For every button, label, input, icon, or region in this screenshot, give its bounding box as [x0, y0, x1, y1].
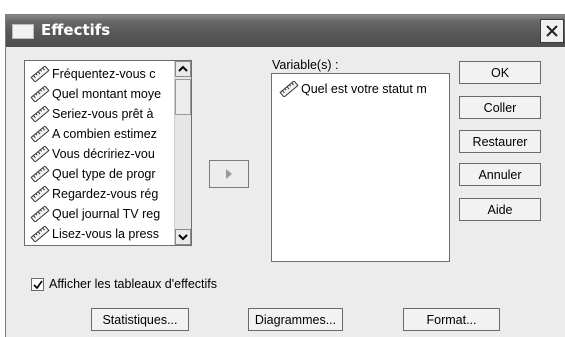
list-item[interactable]: Fréquentez-vous c — [25, 64, 175, 84]
paste-button[interactable]: Coller — [459, 96, 541, 119]
ruler-scale-icon — [30, 146, 50, 162]
list-item[interactable]: Lisez-vous la press — [25, 224, 175, 244]
list-item-label: Vous décririez-vou — [52, 147, 155, 161]
ok-button[interactable]: OK — [459, 61, 541, 84]
effectifs-dialog: Effectifs Fréquentez-vous c Quel montant… — [5, 14, 565, 337]
statistics-button[interactable]: Statistiques... — [91, 308, 189, 331]
ruler-scale-icon — [30, 86, 50, 102]
list-item-label: Regardez-vous rég — [52, 187, 159, 201]
close-button[interactable] — [540, 19, 564, 43]
list-item-label: Lisez-vous la press — [52, 227, 159, 241]
source-variable-list[interactable]: Fréquentez-vous c Quel montant moye Seri… — [24, 60, 192, 246]
arrow-right-icon — [226, 169, 232, 179]
title-bar[interactable]: Effectifs — [6, 15, 565, 47]
reset-button[interactable]: Restaurer — [459, 130, 541, 153]
ruler-scale-icon — [30, 226, 50, 242]
help-button[interactable]: Aide — [459, 198, 541, 221]
list-item-label: Quel est votre statut m — [301, 82, 427, 96]
list-item[interactable]: Quel est votre statut m — [274, 79, 427, 99]
ruler-scale-icon — [30, 166, 50, 182]
ruler-scale-icon — [30, 66, 50, 82]
display-tables-label[interactable]: Afficher les tableaux d'effectifs — [49, 277, 217, 291]
list-item[interactable]: Quel journal TV reg — [25, 204, 175, 224]
close-icon — [546, 25, 558, 37]
list-item[interactable]: Quel type de progr — [25, 164, 175, 184]
list-item-label: A combien estimez — [52, 127, 157, 141]
list-item-label: Quel type de progr — [52, 167, 156, 181]
chevron-down-icon — [178, 234, 188, 241]
list-item[interactable]: A combien estimez — [25, 124, 175, 144]
move-variable-button[interactable] — [209, 160, 249, 188]
window-icon — [12, 24, 34, 39]
list-item-label: Fréquentez-vous c — [52, 67, 156, 81]
chevron-up-icon — [178, 65, 188, 72]
list-scrollbar[interactable] — [174, 61, 191, 245]
ruler-scale-icon — [279, 81, 299, 97]
ruler-scale-icon — [30, 186, 50, 202]
ruler-scale-icon — [30, 106, 50, 122]
scroll-down-button[interactable] — [175, 229, 191, 245]
scroll-thumb[interactable] — [175, 79, 191, 115]
ruler-scale-icon — [30, 126, 50, 142]
list-item[interactable]: Seriez-vous prêt à — [25, 104, 175, 124]
cancel-button[interactable]: Annuler — [459, 163, 541, 186]
variables-label: Variable(s) : — [272, 58, 339, 72]
list-item[interactable]: Quel montant moye — [25, 84, 175, 104]
format-button[interactable]: Format... — [403, 308, 500, 331]
list-item-label: Quel journal TV reg — [52, 207, 161, 221]
scroll-up-button[interactable] — [175, 61, 191, 77]
window-title: Effectifs — [41, 21, 111, 39]
checkmark-icon — [32, 280, 43, 289]
list-item-label: Seriez-vous prêt à — [52, 107, 154, 121]
list-item[interactable]: Regardez-vous rég — [25, 184, 175, 204]
display-tables-checkbox[interactable] — [31, 278, 44, 291]
list-item[interactable]: Vous décririez-vou — [25, 144, 175, 164]
charts-button[interactable]: Diagrammes... — [248, 308, 343, 331]
target-variable-list[interactable]: Quel est votre statut m — [271, 73, 450, 262]
list-item-label: Quel montant moye — [52, 87, 162, 101]
ruler-scale-icon — [30, 206, 50, 222]
